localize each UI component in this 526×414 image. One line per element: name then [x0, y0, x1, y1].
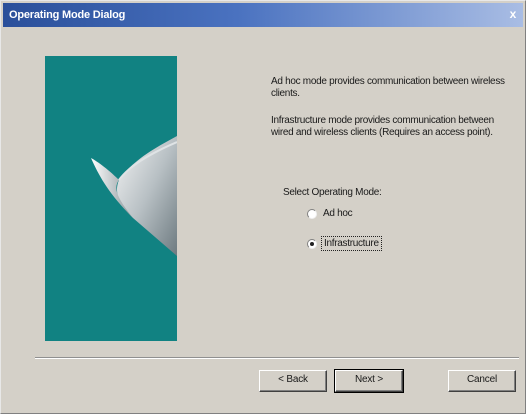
window-title: Operating Mode Dialog — [9, 9, 126, 21]
adhoc-description: Ad hoc mode provides communication betwe… — [271, 76, 505, 99]
back-button[interactable]: < Back — [259, 370, 327, 392]
operating-mode-dialog: Operating Mode Dialog x Ad hoc mode prov… — [0, 0, 526, 414]
cancel-button[interactable]: Cancel — [448, 370, 516, 392]
next-button[interactable]: Next > — [334, 369, 404, 393]
button-separator — [35, 357, 519, 359]
select-mode-label: Select Operating Mode: — [283, 187, 382, 198]
page-curl-graphic — [91, 136, 177, 256]
adhoc-radio-label[interactable]: Ad hoc — [323, 208, 353, 219]
infrastructure-description: Infrastructure mode provides communicati… — [271, 115, 494, 138]
adhoc-radio-button[interactable] — [307, 209, 317, 219]
title-bar[interactable]: Operating Mode Dialog x — [3, 3, 523, 27]
infrastructure-radio-label[interactable]: Infrastructure — [321, 236, 382, 251]
infrastructure-radio-button[interactable] — [307, 239, 317, 249]
wizard-side-panel — [45, 56, 177, 341]
close-icon[interactable]: x — [505, 7, 521, 23]
